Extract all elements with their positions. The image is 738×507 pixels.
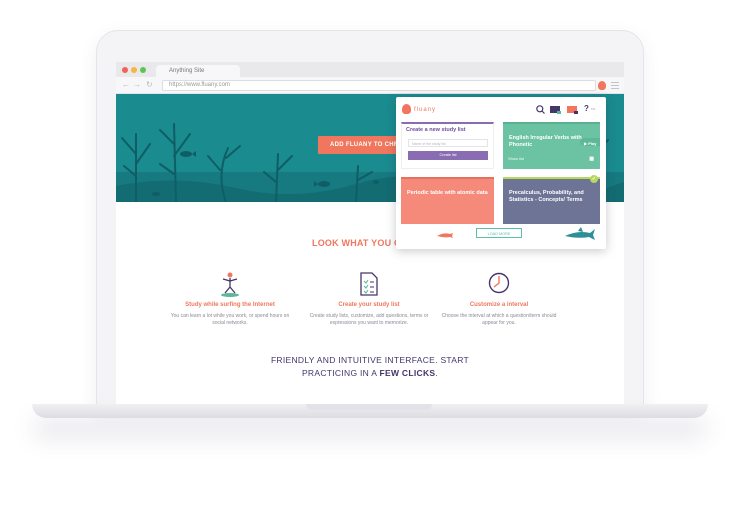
play-label: Play bbox=[588, 140, 597, 146]
checklist-icon bbox=[360, 272, 378, 296]
shark-icon bbox=[565, 227, 595, 240]
tagline-prefix: PRACTICING IN A bbox=[301, 368, 380, 378]
create-list-card: Create a new study list Name of the stud… bbox=[401, 122, 494, 169]
help-icon[interactable]: ? bbox=[584, 104, 589, 113]
create-list-title: Create a new study list bbox=[406, 127, 466, 133]
feature-title: Study while surfing the Internet bbox=[185, 302, 275, 308]
close-window-icon[interactable] bbox=[122, 67, 128, 73]
show-list-link[interactable]: Show list bbox=[508, 155, 524, 162]
back-icon[interactable]: ← bbox=[122, 81, 130, 89]
study-list-title: Periodic table with atomic data bbox=[407, 190, 488, 196]
inbox-icon[interactable] bbox=[567, 105, 578, 114]
study-list-name-input[interactable]: Name of the study list bbox=[408, 139, 488, 147]
study-list-card[interactable]: Precalculus, Probability, and Statistics… bbox=[503, 175, 600, 224]
study-list-title: English Irregular Verbs with Phonetic bbox=[509, 135, 582, 148]
search-icon[interactable] bbox=[536, 105, 545, 114]
feature-description: Create study lists, customize, add quest… bbox=[309, 313, 429, 326]
maximize-window-icon[interactable] bbox=[140, 67, 146, 73]
folder-icon[interactable] bbox=[550, 105, 561, 114]
study-list-title: Precalculus, Probability, and Statistics… bbox=[509, 190, 584, 203]
tagline-suffix: . bbox=[435, 368, 439, 378]
forward-icon[interactable]: → bbox=[133, 81, 141, 89]
fluany-extension-icon[interactable] bbox=[598, 81, 606, 90]
address-bar: ← → ↻ https://www.fluany.com bbox=[116, 77, 624, 94]
minimize-window-icon[interactable] bbox=[131, 67, 137, 73]
marketing-mockup: Anything Site ← → ↻ https://www.fluany.c… bbox=[0, 0, 738, 507]
trash-icon[interactable]: ▦ bbox=[589, 156, 594, 163]
fish-icon bbox=[437, 233, 453, 238]
browser-menu-icon[interactable] bbox=[611, 82, 619, 89]
octopus-logo-icon bbox=[402, 104, 411, 114]
check-icon: ✓ bbox=[590, 175, 598, 183]
feature-description: You can learn a lot while you work, or s… bbox=[170, 313, 290, 326]
reload-icon[interactable]: ↻ bbox=[146, 81, 153, 89]
url-input[interactable]: https://www.fluany.com bbox=[162, 80, 596, 91]
add-to-chrome-button[interactable]: ADD FLUANY TO CHRO bbox=[318, 136, 406, 154]
fluany-popup: fluany ? ••• Create a new study list Nam… bbox=[396, 97, 606, 249]
load-more-button[interactable]: LOAD MORE bbox=[476, 228, 522, 238]
tab-title: Anything Site bbox=[169, 68, 205, 74]
feature-title: Customize a interval bbox=[469, 302, 529, 308]
create-list-button[interactable]: Create list bbox=[408, 151, 488, 160]
features-heading: LOOK WHAT YOU C bbox=[312, 238, 401, 248]
laptop-notch bbox=[306, 404, 432, 410]
brand-name: fluany bbox=[414, 107, 437, 113]
study-list-card[interactable]: English Irregular Verbs with Phonetic Sh… bbox=[503, 122, 600, 169]
tagline-line-1: FRIENDLY AND INTUITIVE INTERFACE. START bbox=[270, 355, 470, 365]
tagline-line-2: PRACTICING IN A FEW CLICKS. bbox=[116, 368, 624, 378]
browser-window: Anything Site ← → ↻ https://www.fluany.c… bbox=[116, 62, 624, 404]
feature-description: Choose the interval at which a question/… bbox=[441, 313, 557, 326]
tab-bar: Anything Site bbox=[116, 62, 624, 77]
feature-title: Create your study list bbox=[338, 302, 400, 308]
clock-icon bbox=[488, 272, 510, 294]
play-button[interactable]: ▶ Play bbox=[580, 138, 600, 146]
surfer-icon bbox=[221, 272, 239, 297]
study-list-card[interactable]: Periodic table with atomic data bbox=[401, 177, 494, 224]
browser-tab[interactable]: Anything Site bbox=[156, 65, 240, 77]
tagline-emphasis: FEW CLICKS bbox=[379, 368, 436, 378]
more-options-icon[interactable]: ••• bbox=[591, 106, 595, 111]
